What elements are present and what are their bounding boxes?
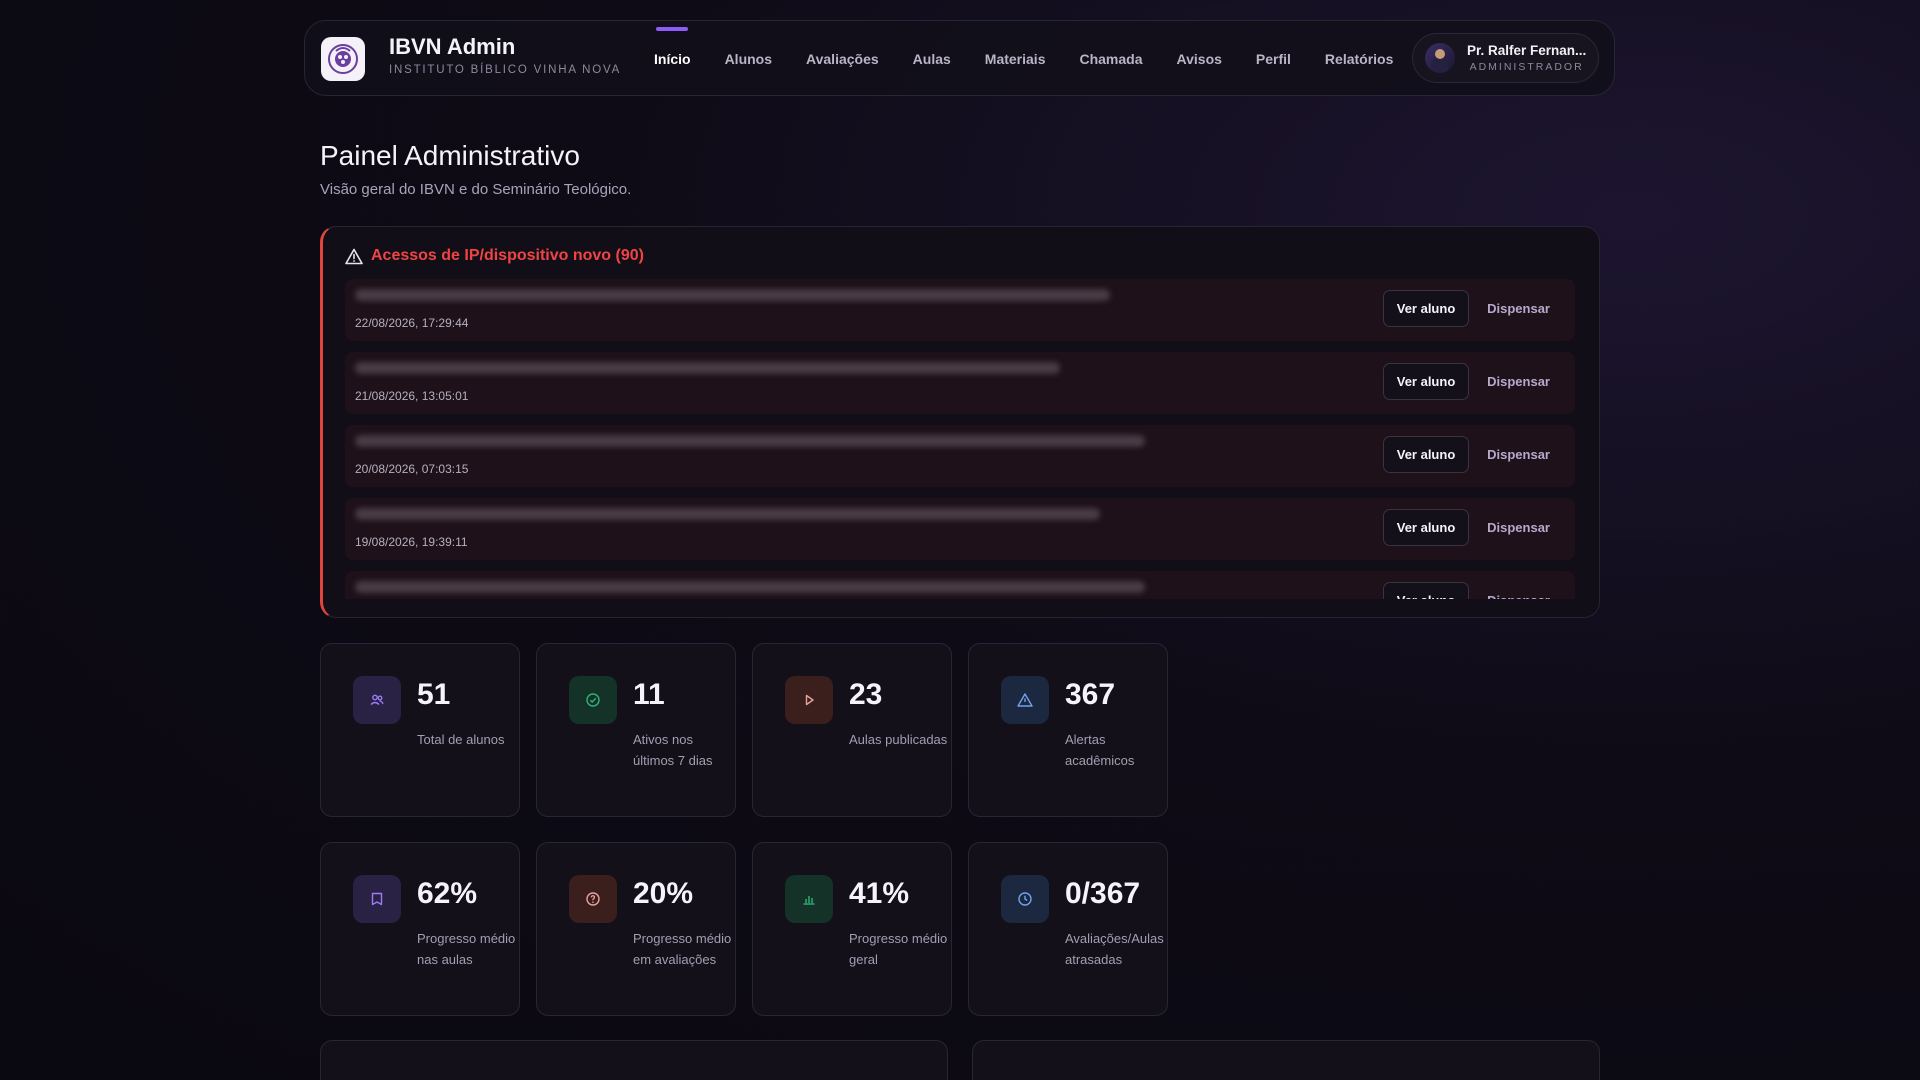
redacted-alert-text — [355, 289, 1110, 301]
clock-icon — [1001, 875, 1049, 923]
redacted-alert-text — [355, 508, 1100, 520]
brand-subtitle: INSTITUTO BÍBLICO VINHA NOVA — [389, 64, 622, 77]
dismiss-button[interactable]: Dispensar — [1487, 509, 1550, 546]
check-circle-icon — [569, 676, 617, 724]
vine-logo-icon — [328, 44, 358, 74]
stat-label: Progresso médio geral — [849, 931, 948, 967]
stat-card-academic-alerts: 367 Alertas acadêmicos — [968, 643, 1168, 817]
stat-value: 62% — [417, 877, 478, 910]
nav-inicio[interactable]: Início — [637, 21, 708, 97]
question-icon — [569, 875, 617, 923]
alert-row: Ver aluno Dispensar — [345, 571, 1575, 599]
user-role: ADMINISTRADOR — [1469, 61, 1584, 73]
alert-list[interactable]: 22/08/2026, 17:29:44 Ver aluno Dispensar… — [345, 279, 1575, 599]
avatar — [1425, 43, 1455, 73]
nav-aulas[interactable]: Aulas — [896, 21, 968, 97]
stat-value: 51 — [417, 678, 451, 711]
top-navbar: IBVN Admin INSTITUTO BÍBLICO VINHA NOVA … — [304, 20, 1615, 96]
stat-card-published-lessons: 23 Aulas publicadas — [752, 643, 952, 817]
book-icon — [353, 875, 401, 923]
alert-date: 19/08/2026, 19:39:11 — [355, 535, 468, 549]
nav-alunos[interactable]: Alunos — [708, 21, 789, 97]
bottom-panel-left — [320, 1040, 948, 1080]
stat-card-assessment-progress: 20% Progresso médio em avaliações — [536, 842, 736, 1016]
stat-value: 11 — [633, 678, 665, 711]
user-menu[interactable]: Pr. Ralfer Fernan... ADMINISTRADOR — [1412, 33, 1599, 83]
stat-label: Avaliações/Aulas atrasadas — [1065, 931, 1164, 967]
stat-label: Aulas publicadas — [849, 732, 948, 747]
stat-label: Alertas acadêmicos — [1065, 732, 1135, 768]
stat-label: Progresso médio nas aulas — [417, 931, 516, 967]
alert-date: 22/08/2026, 17:29:44 — [355, 316, 469, 330]
alert-row: 22/08/2026, 17:29:44 Ver aluno Dispensar — [345, 279, 1575, 341]
nav-chamada[interactable]: Chamada — [1062, 21, 1159, 97]
stat-card-lesson-progress: 62% Progresso médio nas aulas — [320, 842, 520, 1016]
brand-logo[interactable] — [321, 37, 365, 81]
stat-value: 41% — [849, 877, 910, 910]
view-student-button[interactable]: Ver aluno — [1383, 582, 1469, 599]
dismiss-button[interactable]: Dispensar — [1487, 290, 1550, 327]
view-student-button[interactable]: Ver aluno — [1383, 290, 1469, 327]
view-student-button[interactable]: Ver aluno — [1383, 509, 1469, 546]
redacted-alert-text — [355, 435, 1145, 447]
alert-date: 21/08/2026, 13:05:01 — [355, 389, 469, 403]
stat-card-active-students: 11 Ativos nos últimos 7 dias — [536, 643, 736, 817]
alert-title: Acessos de IP/dispositivo novo (90) — [371, 247, 644, 264]
alert-date: 20/08/2026, 07:03:15 — [355, 462, 469, 476]
play-icon — [785, 676, 833, 724]
stat-card-overdue-items: 0/367 Avaliações/Aulas atrasadas — [968, 842, 1168, 1016]
stat-label: Ativos nos últimos 7 dias — [633, 732, 713, 768]
stat-value: 20% — [633, 877, 694, 910]
new-device-alert-panel: Acessos de IP/dispositivo novo (90) 22/0… — [320, 226, 1600, 618]
stat-label: Total de alunos — [417, 732, 505, 747]
nav-materiais[interactable]: Materiais — [968, 21, 1063, 97]
nav-relatorios[interactable]: Relatórios — [1308, 21, 1410, 97]
stat-value: 367 — [1065, 678, 1116, 711]
stat-card-total-students: 51 Total de alunos — [320, 643, 520, 817]
main-nav: Início Alunos Avaliações Aulas Materiais… — [637, 21, 1410, 97]
nav-avisos[interactable]: Avisos — [1160, 21, 1239, 97]
page-subtitle: Visão geral do IBVN e do Seminário Teoló… — [320, 181, 632, 198]
stat-card-overall-progress: 41% Progresso médio geral — [752, 842, 952, 1016]
brand-title: IBVN Admin — [389, 34, 516, 59]
dismiss-button[interactable]: Dispensar — [1487, 582, 1550, 599]
view-student-button[interactable]: Ver aluno — [1383, 363, 1469, 400]
page-title: Painel Administrativo — [320, 140, 580, 171]
warning-icon — [1001, 676, 1049, 724]
stat-value: 0/367 — [1065, 877, 1141, 910]
redacted-alert-text — [355, 581, 1145, 593]
stat-value: 23 — [849, 678, 883, 711]
alert-row: 21/08/2026, 13:05:01 Ver aluno Dispensar — [345, 352, 1575, 414]
users-icon — [353, 676, 401, 724]
stat-label: Progresso médio em avaliações — [633, 931, 732, 967]
user-name: Pr. Ralfer Fernan... — [1467, 43, 1587, 58]
dismiss-button[interactable]: Dispensar — [1487, 436, 1550, 473]
nav-avaliacoes[interactable]: Avaliações — [789, 21, 896, 97]
bottom-panel-right — [972, 1040, 1600, 1080]
alert-row: 20/08/2026, 07:03:15 Ver aluno Dispensar — [345, 425, 1575, 487]
view-student-button[interactable]: Ver aluno — [1383, 436, 1469, 473]
warning-icon — [345, 248, 363, 264]
bar-chart-icon — [785, 875, 833, 923]
nav-perfil[interactable]: Perfil — [1239, 21, 1308, 97]
alert-row: 19/08/2026, 19:39:11 Ver aluno Dispensar — [345, 498, 1575, 560]
redacted-alert-text — [355, 362, 1060, 374]
dismiss-button[interactable]: Dispensar — [1487, 363, 1550, 400]
